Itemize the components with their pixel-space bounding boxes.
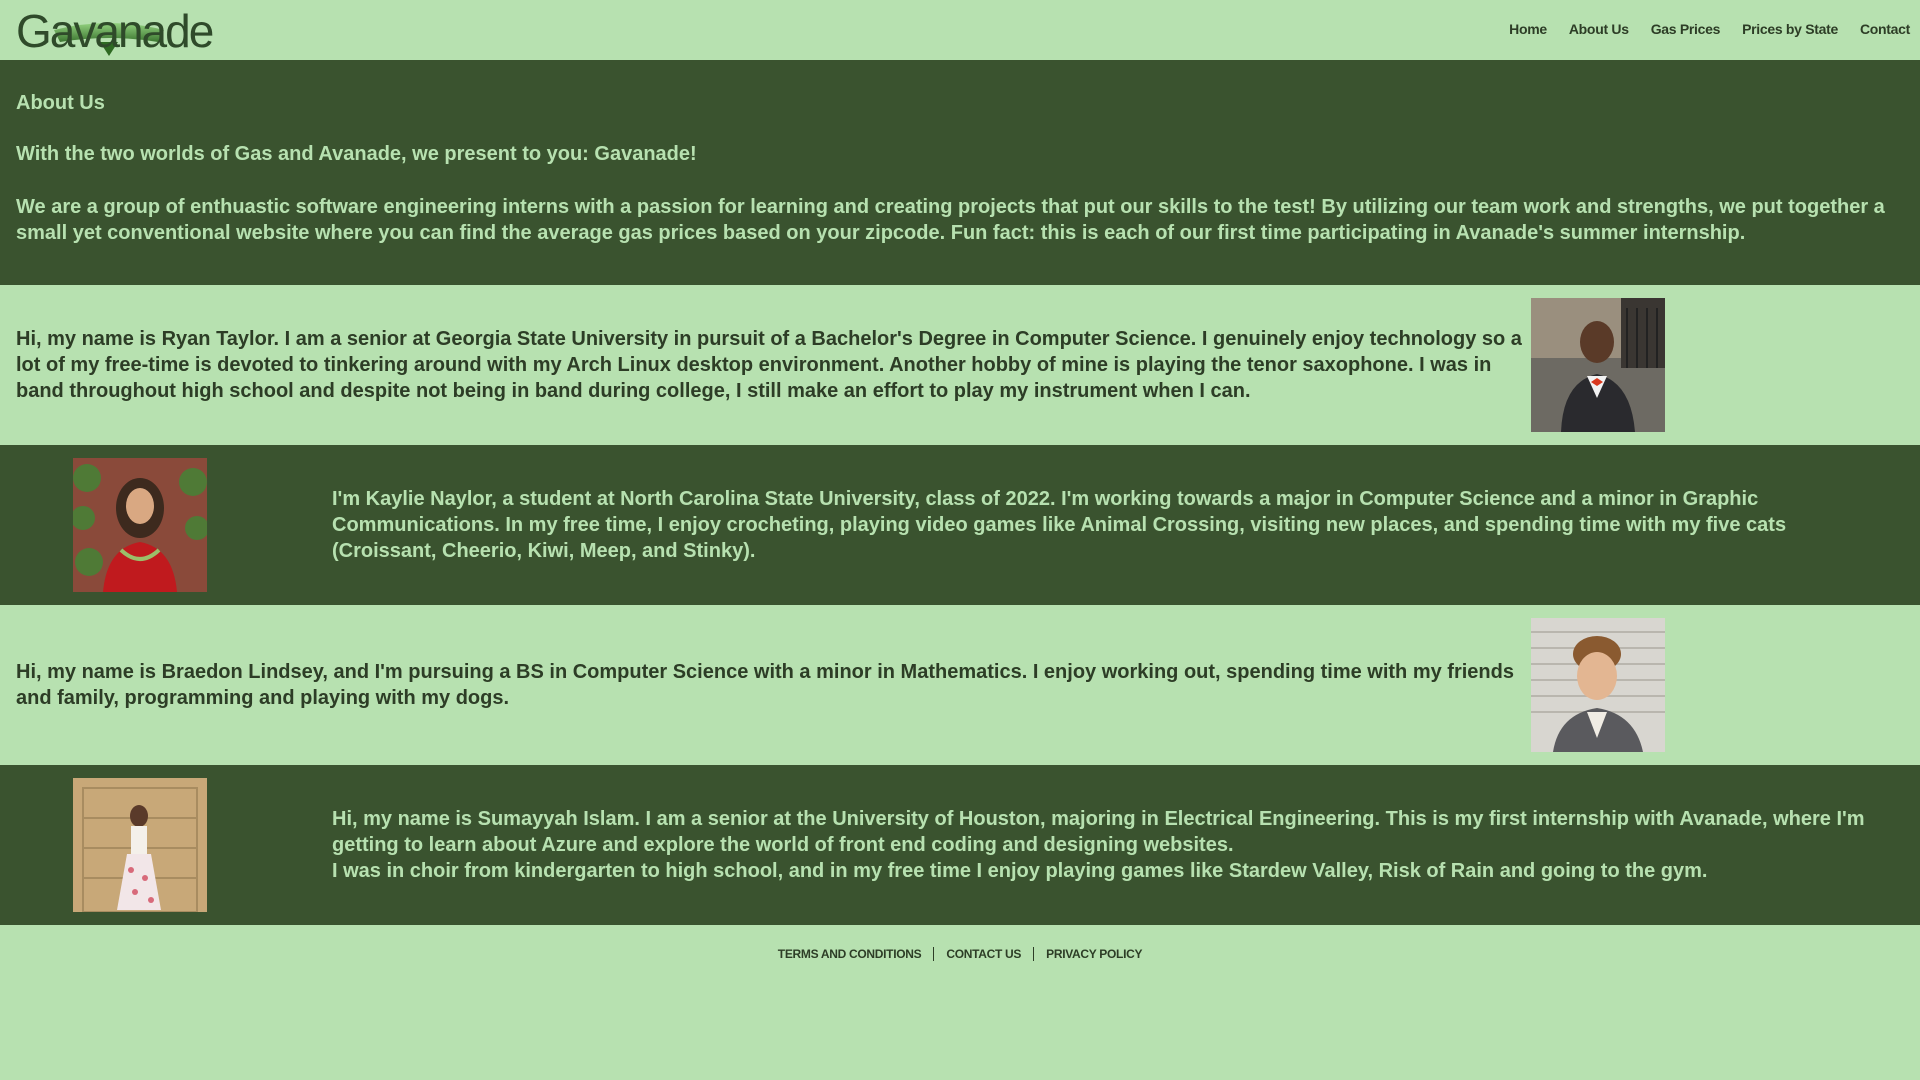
nav-prices-by-state[interactable]: Prices by State	[1742, 21, 1838, 37]
page-title: About Us	[16, 92, 105, 114]
site-footer: TERMS AND CONDITIONS CONTACT US PRIVACY …	[0, 925, 1920, 961]
nav-contact[interactable]: Contact	[1860, 21, 1910, 37]
person-photo-icon	[73, 778, 207, 912]
member-bio-line: Hi, my name is Sumayyah Islam. I am a se…	[332, 808, 1865, 856]
footer-privacy-link[interactable]: PRIVACY POLICY	[1046, 947, 1142, 961]
about-intro-section: About Us With the two worlds of Gas and …	[0, 60, 1920, 285]
member-bio: Hi, my name is Braedon Lindsey, and I'm …	[16, 661, 1514, 709]
nav-home[interactable]: Home	[1509, 21, 1547, 37]
member-bio: Hi, my name is Sumayyah Islam. I am a se…	[332, 806, 1872, 884]
nav-about-us[interactable]: About Us	[1569, 21, 1629, 37]
nav-gas-prices[interactable]: Gas Prices	[1651, 21, 1721, 37]
member-bio: Hi, my name is Ryan Taylor. I am a senio…	[16, 328, 1522, 402]
person-photo-icon	[1531, 618, 1665, 752]
footer-divider	[933, 947, 935, 961]
member-row-sumayyah: Hi, my name is Sumayyah Islam. I am a se…	[0, 765, 1920, 925]
intro-tagline: With the two worlds of Gas and Avanade, …	[16, 143, 697, 165]
site-logo[interactable]: Gavanade	[16, 5, 214, 57]
member-row-ryan: Hi, my name is Ryan Taylor. I am a senio…	[0, 285, 1920, 445]
member-row-kaylie: I'm Kaylie Naylor, a student at North Ca…	[0, 445, 1920, 605]
member-row-braedon: Hi, my name is Braedon Lindsey, and I'm …	[0, 605, 1920, 765]
intro-description: We are a group of enthuastic software en…	[16, 196, 1885, 244]
footer-divider	[1033, 947, 1035, 961]
member-bio-line: I was in choir from kindergarten to high…	[332, 860, 1708, 882]
member-bio: I'm Kaylie Naylor, a student at North Ca…	[332, 488, 1787, 562]
main-nav: Home About Us Gas Prices Prices by State…	[1509, 21, 1910, 37]
site-header: Gavanade Home About Us Gas Prices Prices…	[0, 0, 1920, 60]
logo-text: Gavanade	[16, 5, 214, 57]
person-photo-icon	[1531, 298, 1665, 432]
footer-terms-link[interactable]: TERMS AND CONDITIONS	[778, 947, 922, 961]
footer-contact-link[interactable]: CONTACT US	[946, 947, 1021, 961]
person-photo-icon	[73, 458, 207, 592]
